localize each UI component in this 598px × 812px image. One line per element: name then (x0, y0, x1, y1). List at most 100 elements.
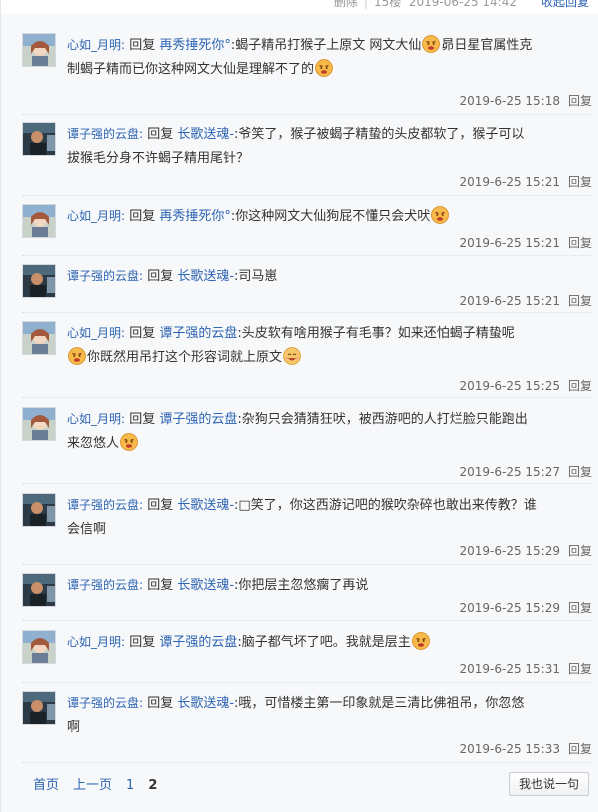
reply-meta: 2019-6-25 15:25 回复 (459, 377, 592, 394)
avatar[interactable] (22, 321, 56, 355)
reply-time: 2019-6-25 15:18 (459, 94, 560, 108)
reply-word: 回复 (147, 127, 174, 142)
divider (22, 762, 592, 763)
avatar[interactable] (22, 264, 56, 298)
reply-button[interactable]: 回复 (568, 236, 592, 250)
delete-link[interactable]: 删除 (334, 0, 358, 9)
reply-meta: 2019-6-25 15:29 回复 (459, 599, 592, 616)
reply-text-cont: 你既然用吊打这个形容词就上原文 (87, 350, 283, 365)
reply-username[interactable]: 谭子强的云盘: (67, 696, 143, 710)
reply-username[interactable]: 谭子强的云盘: (67, 269, 143, 283)
angry-face-icon (422, 35, 441, 53)
reply-meta: 2019-6-25 15:21 回复 (459, 292, 592, 309)
reply-target-username[interactable]: 再秀捶死你° (159, 38, 231, 53)
reply-username[interactable]: 谭子强的云盘: (67, 127, 143, 141)
add-comment-button[interactable]: 我也说一句 (509, 772, 589, 796)
pager-prev-link[interactable]: 上一页 (73, 778, 112, 793)
reply-text: :头皮软有啥用猴子有毛事？如来还怕蝎子精蛰呢 (237, 326, 515, 341)
reply-text: :哦，可惜楼主第一印象就是三清比佛祖吊，你忽悠 (234, 696, 525, 711)
reply-text: :爷笑了，猴子被蝎子精蛰的头皮都软了，猴子可以 (234, 127, 525, 142)
reply-word: 回复 (129, 209, 156, 224)
angry-face-icon (68, 347, 86, 365)
reply-target-username[interactable]: 再秀捶死你° (159, 209, 231, 224)
reply-username[interactable]: 谭子强的云盘: (67, 498, 143, 512)
reply-time: 2019-6-25 15:27 (459, 465, 560, 479)
reply-username[interactable]: 心如_月明: (67, 209, 125, 223)
reply-username[interactable]: 心如_月明: (67, 635, 125, 649)
reply-time: 2019-6-25 15:29 (459, 544, 560, 558)
reply-meta: 2019-6-25 15:31 回复 (459, 660, 592, 677)
reply-target-username[interactable]: 长歌送魂- (177, 269, 234, 284)
avatar[interactable] (22, 122, 56, 156)
angry-face-icon (315, 59, 333, 77)
reply-button[interactable]: 回复 (568, 175, 592, 189)
avatar[interactable] (22, 493, 56, 527)
reply-content: 心如_月明: 回复 谭子强的云盘:杂狗只会猜猜狂吠，被西游吧的人打烂脸只能跑出来… (67, 407, 592, 456)
reply-time: 2019-6-25 15:21 (459, 175, 560, 189)
avatar[interactable] (22, 630, 56, 664)
laughing-face-icon (283, 347, 301, 365)
reply-target-username[interactable]: 长歌送魂- (177, 696, 234, 711)
reply-text: :□笑了，你这西游记吧的猴吹杂碎也敢出来传教？谁 (234, 498, 537, 513)
reply-username[interactable]: 心如_月明: (67, 38, 125, 52)
reply-meta: 2019-6-25 15:33 回复 (459, 740, 592, 757)
reply-word: 回复 (147, 696, 174, 711)
reply-button[interactable]: 回复 (568, 544, 592, 558)
reply-content: 心如_月明: 回复 再秀捶死你°:你这种网文大仙狗屁不懂只会犬吠 (67, 204, 592, 229)
floor-timestamp: 2019-06-25 14:42 (408, 0, 517, 9)
floor-meta-strip: 删除 | 15楼 2019-06-25 14:42 收起回复 (1, 0, 598, 14)
avatar[interactable] (22, 691, 56, 725)
reply-button[interactable]: 回复 (568, 662, 592, 676)
reply-button[interactable]: 回复 (568, 742, 592, 756)
reply-word: 回复 (147, 269, 174, 284)
reply-time: 2019-6-25 15:25 (459, 379, 560, 393)
pager-page-1[interactable]: 1 (126, 778, 134, 793)
reply-target-username[interactable]: 谭子强的云盘 (159, 635, 237, 650)
reply-button[interactable]: 回复 (568, 601, 592, 615)
reply-target-username[interactable]: 长歌送魂- (177, 578, 234, 593)
reply-content: 谭子强的云盘: 回复 长歌送魂-:爷笑了，猴子被蝎子精蛰的头皮都软了，猴子可以拔… (67, 122, 592, 171)
reply-time: 2019-6-25 15:21 (459, 236, 560, 250)
reply-content: 心如_月明: 回复 再秀捶死你°:蝎子精吊打猴子上原文 网文大仙 昴日星官属性克制… (67, 33, 592, 82)
reply-panel: 删除 | 15楼 2019-06-25 14:42 收起回复 心如_月明: 回复 再… (0, 0, 598, 812)
reply-target-username[interactable]: 长歌送魂- (177, 498, 234, 513)
pager-first-link[interactable]: 首页 (33, 778, 59, 793)
reply-content: 谭子强的云盘: 回复 长歌送魂-:□笑了，你这西游记吧的猴吹杂碎也敢出来传教？谁… (67, 493, 592, 542)
reply-meta: 2019-6-25 15:21 回复 (459, 173, 592, 190)
reply-word: 回复 (129, 635, 156, 650)
reply-target-username[interactable]: 谭子强的云盘 (159, 326, 237, 341)
reply-username[interactable]: 心如_月明: (67, 326, 125, 340)
reply-content: 谭子强的云盘: 回复 长歌送魂-:司马崽 (67, 264, 592, 289)
divider (22, 114, 592, 115)
reply-meta: 2019-6-25 15:29 回复 (459, 542, 592, 559)
reply-text-cont: 啊 (67, 720, 81, 735)
reply-text: :蝎子精吊打猴子上原文 网文大仙 (230, 38, 422, 53)
reply-target-username[interactable]: 谭子强的云盘 (159, 412, 237, 427)
reply-meta: 2019-6-25 15:27 回复 (459, 463, 592, 480)
avatar[interactable] (22, 407, 56, 441)
reply-text: :你把层主忽悠瘸了再说 (234, 578, 369, 593)
reply-word: 回复 (129, 326, 156, 341)
avatar[interactable] (22, 33, 56, 67)
reply-time: 2019-6-25 15:21 (459, 294, 560, 308)
divider (22, 397, 592, 398)
reply-button[interactable]: 回复 (568, 294, 592, 308)
avatar[interactable] (22, 573, 56, 607)
reply-word: 回复 (147, 498, 174, 513)
reply-username[interactable]: 心如_月明: (67, 412, 125, 426)
reply-text: :杂狗只会猜猜狂吠，被西游吧的人打烂脸只能跑出 (237, 412, 528, 427)
reply-time: 2019-6-25 15:33 (459, 742, 560, 756)
reply-username[interactable]: 谭子强的云盘: (67, 578, 143, 592)
reply-button[interactable]: 回复 (568, 94, 592, 108)
reply-button[interactable]: 回复 (568, 465, 592, 479)
pager-current-page: 2 (148, 778, 158, 793)
reply-meta: 2019-6-25 15:18 回复 (459, 92, 592, 109)
floor-meta: 删除 | 15楼 2019-06-25 14:42 (334, 0, 517, 10)
avatar[interactable] (22, 204, 56, 238)
reply-content: 心如_月明: 回复 谭子强的云盘:头皮软有啥用猴子有毛事？如来还怕蝎子精蛰呢你既… (67, 321, 592, 370)
collapse-replies-link[interactable]: 收起回复 (541, 0, 589, 10)
reply-text-cont: 会信啊 (67, 522, 107, 537)
reply-text: :脑子都气坏了吧。我就是层主 (237, 635, 411, 650)
reply-button[interactable]: 回复 (568, 379, 592, 393)
reply-target-username[interactable]: 长歌送魂- (177, 127, 234, 142)
